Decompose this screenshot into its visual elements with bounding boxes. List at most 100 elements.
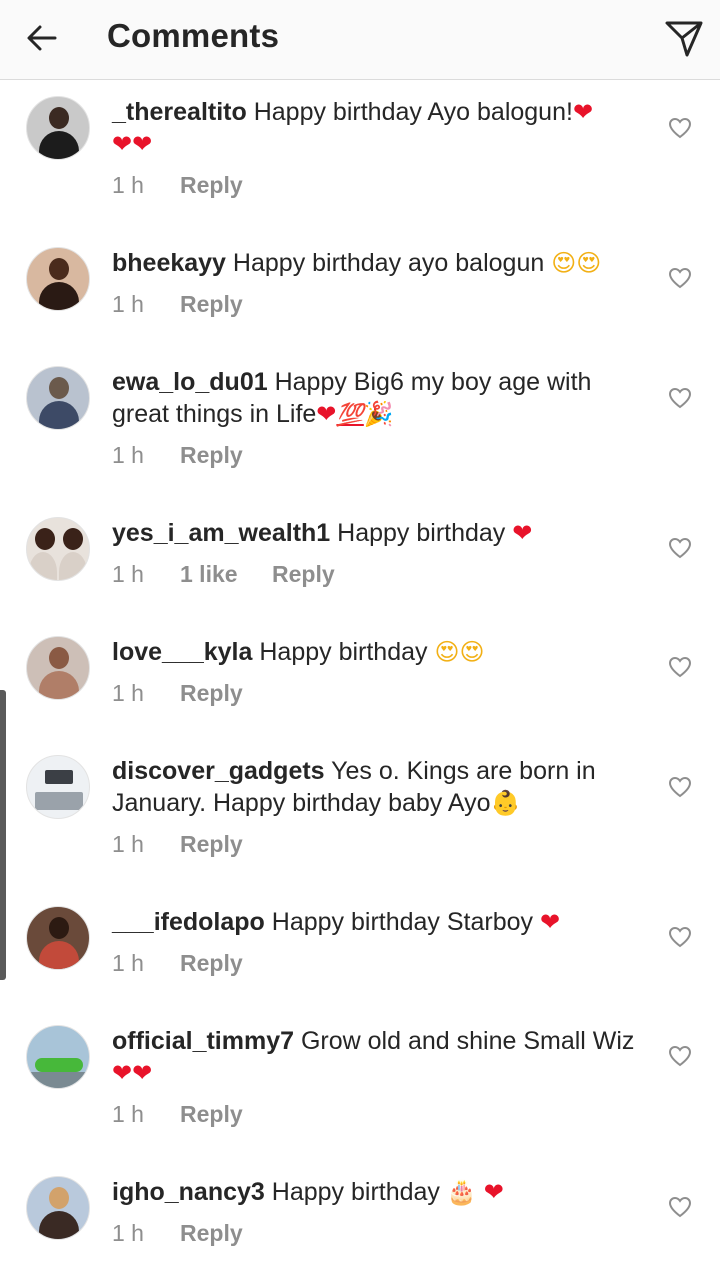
comment-body: Grow old and shine Small Wiz: [300, 1027, 635, 1055]
emoji: ❤: [132, 130, 153, 158]
avatar[interactable]: [26, 755, 90, 819]
emoji: ❤: [132, 1059, 153, 1087]
emoji: ❤: [540, 908, 561, 936]
comment-time: 1 h: [112, 1101, 144, 1127]
comment-username[interactable]: official_timmy7: [112, 1027, 294, 1055]
comment-text: love___kyla Happy birthday 😍😍: [112, 636, 644, 668]
emoji: ❤: [572, 98, 594, 126]
share-button[interactable]: [660, 14, 708, 62]
comment-text: official_timmy7 Grow old and shine Small…: [112, 1025, 644, 1089]
comment-time: 1 h: [112, 831, 144, 857]
page-title: Comments: [107, 17, 280, 54]
comment-meta: 1 h Reply: [112, 291, 243, 318]
like-button[interactable]: [666, 264, 694, 292]
reply-button[interactable]: Reply: [180, 442, 243, 469]
emoji: ❤: [512, 519, 533, 547]
comment-text: ewa_lo_du01 Happy Big6 my boy age with g…: [112, 366, 644, 432]
reply-button[interactable]: Reply: [180, 950, 243, 977]
comment-body: Happy birthday Ayo balogun!: [253, 98, 573, 126]
heart-outline-icon: [668, 537, 692, 559]
comment-meta: 1 h Reply: [112, 1101, 243, 1128]
comment-username[interactable]: _therealtito: [112, 98, 247, 126]
reply-button[interactable]: Reply: [180, 291, 243, 318]
like-button[interactable]: [666, 653, 694, 681]
avatar[interactable]: [26, 1025, 90, 1089]
like-button[interactable]: [666, 923, 694, 951]
emoji: ❤: [483, 1178, 504, 1206]
comment-time: 1 h: [112, 442, 144, 468]
heart-outline-icon: [668, 267, 692, 289]
like-button[interactable]: [666, 1193, 694, 1221]
emoji: 😍: [459, 638, 485, 666]
like-button[interactable]: [666, 114, 694, 142]
comment-username[interactable]: ewa_lo_du01: [112, 368, 268, 396]
likes-count-button[interactable]: 1 like: [180, 561, 272, 588]
like-button[interactable]: [666, 384, 694, 412]
like-button[interactable]: [666, 773, 694, 801]
comment-username[interactable]: yes_i_am_wealth1: [112, 519, 330, 547]
emoji: 😍: [576, 249, 602, 277]
comment-meta: 1 h Reply: [112, 831, 243, 858]
reply-button[interactable]: Reply: [180, 1101, 243, 1128]
comment-meta: 1 h Reply: [112, 680, 243, 707]
reply-button[interactable]: Reply: [180, 680, 243, 707]
comment-text: _therealtito Happy birthday Ayo balogun!…: [112, 96, 644, 160]
comment-meta: 1 h Reply: [112, 172, 243, 199]
comment-meta: 1 h Reply: [112, 442, 243, 469]
comment-text: igho_nancy3 Happy birthday 🎂 ❤: [112, 1176, 644, 1208]
avatar[interactable]: [26, 906, 90, 970]
arrow-left-icon: [27, 25, 57, 51]
comment-time: 1 h: [112, 172, 144, 198]
avatar[interactable]: [26, 517, 90, 581]
comment-body: Happy birthday: [337, 519, 506, 547]
heart-outline-icon: [668, 1045, 692, 1067]
comment-text: discover_gadgets Yes o. Kings are born i…: [112, 755, 644, 819]
comment-meta: 1 h 1 like Reply: [112, 561, 335, 588]
comment-time: 1 h: [112, 680, 144, 706]
emoji: 😍: [434, 638, 460, 666]
emoji: 💯: [336, 403, 364, 428]
comment-time: 1 h: [112, 561, 144, 587]
comment-username[interactable]: igho_nancy3: [112, 1178, 265, 1206]
avatar[interactable]: [26, 1176, 90, 1240]
comment-text: ___ifedolapo Happy birthday Starboy ❤: [112, 906, 644, 938]
emoji: 👶: [490, 789, 521, 817]
heart-outline-icon: [668, 387, 692, 409]
comment-body: Happy birthday: [271, 1178, 440, 1206]
comment-text: yes_i_am_wealth1 Happy birthday ❤: [112, 517, 644, 549]
like-button[interactable]: [666, 534, 694, 562]
comment-body: Happy birthday ayo balogun: [232, 249, 545, 277]
reply-button[interactable]: Reply: [272, 561, 335, 588]
like-button[interactable]: [666, 1042, 694, 1070]
emoji: ❤: [316, 400, 337, 428]
comment-body: Happy birthday: [259, 638, 428, 666]
reply-button[interactable]: Reply: [180, 831, 243, 858]
emoji: ❤: [112, 1059, 133, 1087]
reply-button[interactable]: Reply: [180, 172, 243, 199]
comment-time: 1 h: [112, 950, 144, 976]
heart-outline-icon: [668, 1196, 692, 1218]
emoji: 🎂: [446, 1178, 477, 1206]
paper-plane-icon: [665, 21, 703, 57]
avatar[interactable]: [26, 636, 90, 700]
comment-text: bheekayy Happy birthday ayo balogun 😍😍: [112, 247, 644, 279]
comment-username[interactable]: discover_gadgets: [112, 757, 325, 785]
heart-outline-icon: [668, 117, 692, 139]
back-button[interactable]: [18, 14, 66, 62]
scrollbar[interactable]: [0, 690, 6, 980]
app-header: Comments: [0, 0, 720, 80]
reply-button[interactable]: Reply: [180, 1220, 243, 1247]
avatar[interactable]: [26, 366, 90, 430]
comment-time: 1 h: [112, 291, 144, 317]
heart-outline-icon: [668, 926, 692, 948]
avatar[interactable]: [26, 96, 90, 160]
comment-username[interactable]: bheekayy: [112, 249, 226, 277]
avatar[interactable]: [26, 247, 90, 311]
comment-username[interactable]: ___ifedolapo: [112, 908, 265, 936]
comment-meta: 1 h Reply: [112, 1220, 243, 1247]
heart-outline-icon: [668, 656, 692, 678]
emoji: 🎉: [363, 400, 394, 428]
emoji: ❤: [112, 130, 133, 158]
comment-meta: 1 h Reply: [112, 950, 243, 977]
comment-username[interactable]: love___kyla: [112, 638, 252, 666]
